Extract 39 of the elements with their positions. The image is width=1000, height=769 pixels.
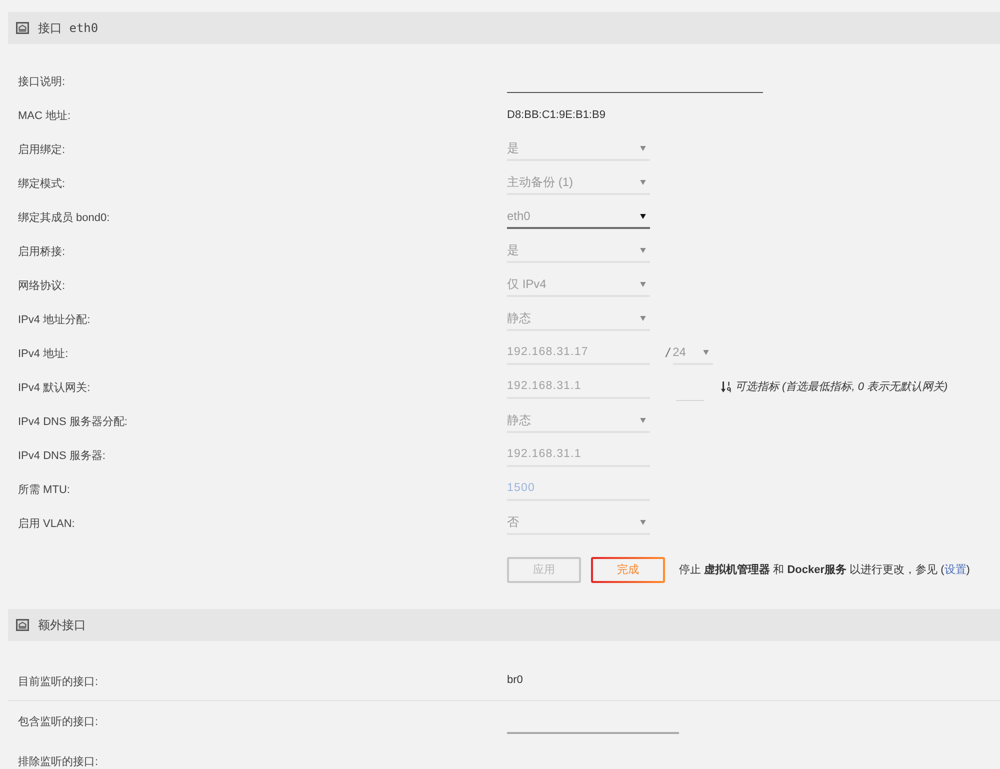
field-label: 启用桥接:	[18, 246, 66, 258]
value-text: D8:BB:C1:9E:B1:B9	[507, 108, 606, 123]
caret-down-icon	[640, 520, 646, 524]
field-label: 目前监听的接口:	[18, 676, 98, 688]
sort-icon	[721, 381, 732, 393]
caret-down-icon	[702, 350, 709, 354]
hint-text: 可选指标 (首选最低指标, 0 表示无默认网关)	[735, 380, 948, 395]
field-label: IPv4 地址:	[18, 348, 68, 360]
field-label: 所需 MTU:	[18, 484, 70, 496]
field-label: IPv4 DNS 服务器分配:	[18, 416, 128, 428]
caret-down-icon	[640, 418, 646, 422]
field-label: IPv4 地址分配:	[18, 314, 90, 326]
field-label: 接口说明:	[18, 76, 66, 88]
field-label: 绑定其成员 bond0:	[18, 212, 110, 224]
action-button[interactable]: 完成	[591, 557, 665, 583]
settings-link[interactable]: 设置	[944, 564, 966, 576]
caret-down-icon	[640, 214, 646, 218]
field-label: 启用 VLAN:	[18, 518, 75, 530]
notice-text: 停止 虚拟机管理器 和 Docker服务 以进行更改，参见 (设置)	[679, 562, 970, 578]
caret-down-icon	[640, 316, 646, 320]
port-icon	[16, 22, 29, 34]
separator-text: /	[666, 344, 670, 362]
field-label: 包含监听的接口:	[18, 716, 98, 728]
caret-down-icon	[640, 146, 646, 150]
field-label: IPv4 默认网关:	[18, 382, 90, 394]
field-label: MAC 地址:	[18, 110, 71, 122]
field-label: 网络协议:	[18, 280, 66, 292]
field-label: 排除监听的接口:	[18, 756, 98, 768]
caret-down-icon	[640, 248, 646, 252]
field-label: IPv4 DNS 服务器:	[18, 450, 106, 462]
section-title: 额外接口	[38, 617, 86, 634]
field-label: 绑定模式:	[18, 178, 66, 190]
select-field[interactable]: eth0	[507, 205, 650, 229]
section-title: 接口 eth0	[38, 20, 98, 37]
caret-down-icon	[640, 180, 646, 184]
field-label: 启用绑定:	[18, 144, 66, 156]
port-icon	[16, 619, 29, 631]
value-text: br0	[507, 673, 523, 688]
caret-down-icon	[640, 282, 646, 286]
